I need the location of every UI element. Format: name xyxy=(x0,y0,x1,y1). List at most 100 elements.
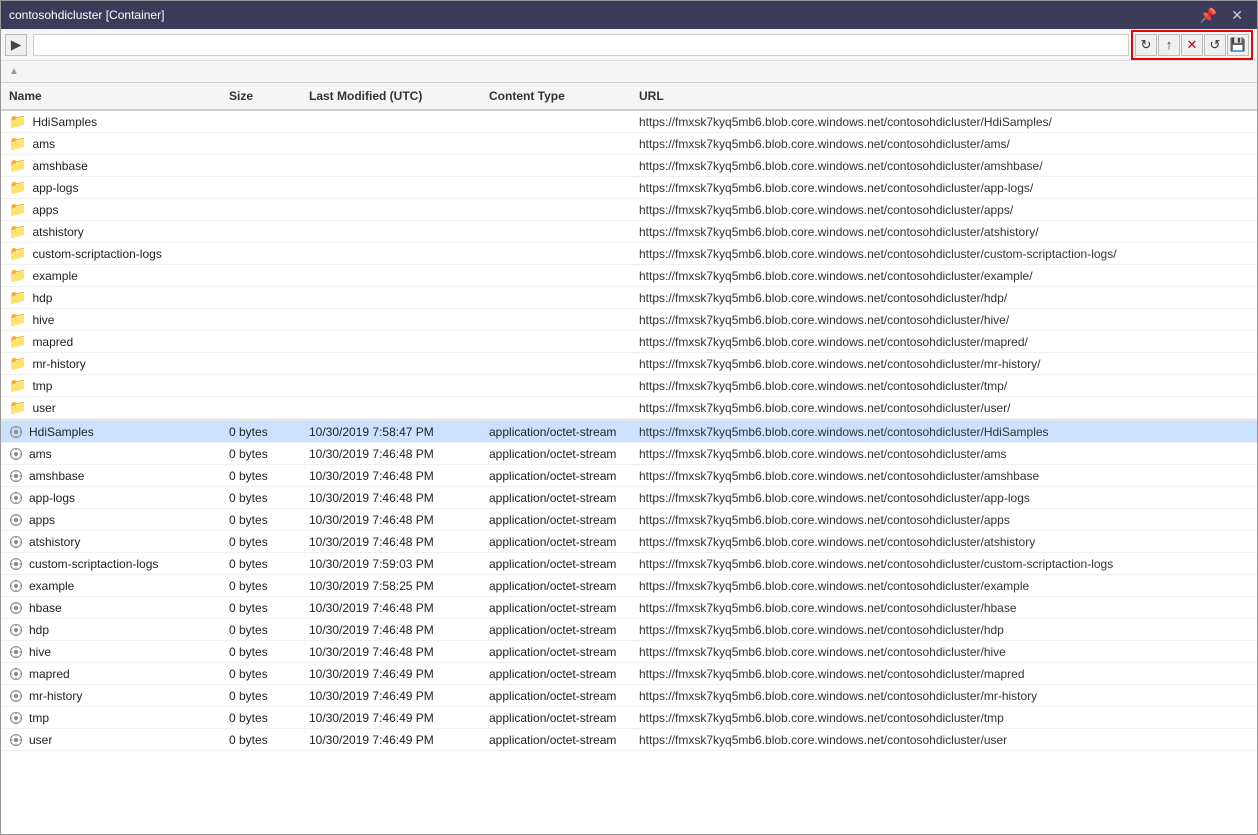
file-row[interactable]: tmp0 bytes10/30/2019 7:46:49 PMapplicati… xyxy=(1,707,1257,729)
close-button[interactable]: ✕ xyxy=(1225,5,1249,26)
file-row[interactable]: user0 bytes10/30/2019 7:46:49 PMapplicat… xyxy=(1,729,1257,751)
file-row[interactable]: mr-history0 bytes10/30/2019 7:46:49 PMap… xyxy=(1,685,1257,707)
folder-url-cell: https://fmxsk7kyq5mb6.blob.core.windows.… xyxy=(635,115,1253,129)
folder-row[interactable]: 📁custom-scriptaction-logshttps://fmxsk7k… xyxy=(1,243,1257,265)
folder-name-cell: 📁atshistory xyxy=(5,223,225,240)
save-button[interactable]: 💾 xyxy=(1227,34,1249,56)
folder-url-cell: https://fmxsk7kyq5mb6.blob.core.windows.… xyxy=(635,291,1253,305)
file-size-cell: 0 bytes xyxy=(225,711,305,725)
file-name-text: mr-history xyxy=(29,689,82,703)
file-modified-cell: 10/30/2019 7:46:48 PM xyxy=(305,645,485,659)
folder-name-cell: 📁apps xyxy=(5,201,225,218)
folder-row[interactable]: 📁userhttps://fmxsk7kyq5mb6.blob.core.win… xyxy=(1,397,1257,419)
folder-row[interactable]: 📁tmphttps://fmxsk7kyq5mb6.blob.core.wind… xyxy=(1,375,1257,397)
file-row[interactable]: hdp0 bytes10/30/2019 7:46:48 PMapplicati… xyxy=(1,619,1257,641)
file-content-type-cell: application/octet-stream xyxy=(485,579,635,593)
file-name-cell: mr-history xyxy=(5,689,225,703)
folder-icon: 📁 xyxy=(9,311,26,328)
folder-row[interactable]: 📁apps https://fmxsk7kyq5mb6.blob.core.win… xyxy=(1,199,1257,221)
file-name-cell: mapred xyxy=(5,667,225,681)
col-last-modified[interactable]: Last Modified (UTC) xyxy=(305,89,485,103)
file-content-type-cell: application/octet-stream xyxy=(485,601,635,615)
file-name-cell: tmp xyxy=(5,711,225,725)
folder-icon: 📁 xyxy=(9,267,26,284)
pin-button[interactable]: 📌 xyxy=(1194,5,1223,26)
file-icon xyxy=(9,689,23,703)
file-row[interactable]: hive0 bytes10/30/2019 7:46:48 PMapplicat… xyxy=(1,641,1257,663)
file-modified-cell: 10/30/2019 7:46:49 PM xyxy=(305,733,485,747)
window-title: contosohdicluster [Container] xyxy=(9,8,1194,22)
reload-button[interactable]: ↺ xyxy=(1204,34,1226,56)
file-row[interactable]: example0 bytes10/30/2019 7:58:25 PMappli… xyxy=(1,575,1257,597)
folder-url-cell: https://fmxsk7kyq5mb6.blob.core.windows.… xyxy=(635,203,1253,217)
col-url[interactable]: URL xyxy=(635,89,1253,103)
folder-icon: 📁 xyxy=(9,113,26,130)
folder-row[interactable]: 📁mapredhttps://fmxsk7kyq5mb6.blob.core.w… xyxy=(1,331,1257,353)
file-modified-cell: 10/30/2019 7:46:48 PM xyxy=(305,447,485,461)
file-size-cell: 0 bytes xyxy=(225,733,305,747)
col-name[interactable]: Name xyxy=(5,89,225,103)
folder-row[interactable]: 📁atshistory https://fmxsk7kyq5mb6.blob.co… xyxy=(1,221,1257,243)
file-content-type-cell: application/octet-stream xyxy=(485,557,635,571)
file-content-type-cell: application/octet-stream xyxy=(485,711,635,725)
refresh-button[interactable]: ↻ xyxy=(1135,34,1157,56)
file-row[interactable]: atshistory0 bytes10/30/2019 7:46:48 PMap… xyxy=(1,531,1257,553)
file-size-cell: 0 bytes xyxy=(225,425,305,439)
folder-row[interactable]: 📁app-logshttps://fmxsk7kyq5mb6.blob.core… xyxy=(1,177,1257,199)
file-row[interactable]: mapred0 bytes10/30/2019 7:46:49 PMapplic… xyxy=(1,663,1257,685)
cancel-button[interactable]: ✕ xyxy=(1181,34,1203,56)
folder-row[interactable]: 📁hivehttps://fmxsk7kyq5mb6.blob.core.win… xyxy=(1,309,1257,331)
file-name-text: custom-scriptaction-logs xyxy=(29,557,158,571)
file-content-type-cell: application/octet-stream xyxy=(485,733,635,747)
file-icon xyxy=(9,733,23,747)
folder-name-text: HdiSamples xyxy=(32,115,97,129)
folder-icon: 📁 xyxy=(9,135,26,152)
file-name-text: hdp xyxy=(29,623,49,637)
file-name-cell: hbase xyxy=(5,601,225,615)
folder-name-cell: 📁hive xyxy=(5,311,225,328)
file-modified-cell: 10/30/2019 7:58:25 PM xyxy=(305,579,485,593)
file-icon xyxy=(9,469,23,483)
folder-url-cell: https://fmxsk7kyq5mb6.blob.core.windows.… xyxy=(635,225,1253,239)
folder-name-cell: 📁example xyxy=(5,267,225,284)
file-row[interactable]: hbase0 bytes10/30/2019 7:46:48 PMapplica… xyxy=(1,597,1257,619)
file-row[interactable]: HdiSamples0 bytes10/30/2019 7:58:47 PMap… xyxy=(1,421,1257,443)
file-name-text: tmp xyxy=(29,711,49,725)
folder-row[interactable]: 📁amshbasehttps://fmxsk7kyq5mb6.blob.core… xyxy=(1,155,1257,177)
file-row[interactable]: app-logs0 bytes10/30/2019 7:46:48 PMappl… xyxy=(1,487,1257,509)
folder-name-text: amshbase xyxy=(32,159,87,173)
path-input[interactable] xyxy=(33,34,1129,56)
file-content-type-cell: application/octet-stream xyxy=(485,469,635,483)
file-row[interactable]: ams0 bytes10/30/2019 7:46:48 PMapplicati… xyxy=(1,443,1257,465)
file-size-cell: 0 bytes xyxy=(225,623,305,637)
file-icon xyxy=(9,535,23,549)
file-icon xyxy=(9,557,23,571)
folder-row[interactable]: 📁mr-historyhttps://fmxsk7kyq5mb6.blob.co… xyxy=(1,353,1257,375)
folder-icon: 📁 xyxy=(9,289,26,306)
toolbar: ▶ ↻ ↑ ✕ ↺ 💾 xyxy=(1,29,1257,61)
file-name-text: hive xyxy=(29,645,51,659)
folder-icon: 📁 xyxy=(9,201,26,218)
run-button[interactable]: ▶ xyxy=(5,34,27,56)
folder-row[interactable]: 📁examplehttps://fmxsk7kyq5mb6.blob.core.… xyxy=(1,265,1257,287)
file-name-text: atshistory xyxy=(29,535,80,549)
file-url-cell: https://fmxsk7kyq5mb6.blob.core.windows.… xyxy=(635,623,1253,637)
file-row[interactable]: apps0 bytes10/30/2019 7:46:48 PMapplicat… xyxy=(1,509,1257,531)
file-row[interactable]: custom-scriptaction-logs0 bytes10/30/201… xyxy=(1,553,1257,575)
folder-row[interactable]: 📁 HdiSamples https://fmxsk7kyq5mb6.blob.co… xyxy=(1,111,1257,133)
folder-name-cell: 📁custom-scriptaction-logs xyxy=(5,245,225,262)
col-size[interactable]: Size xyxy=(225,89,305,103)
col-content-type[interactable]: Content Type xyxy=(485,89,635,103)
folder-name-text: ams xyxy=(32,137,55,151)
file-name-cell: apps xyxy=(5,513,225,527)
file-name-text: ams xyxy=(29,447,52,461)
folder-row[interactable]: 📁hdphttps://fmxsk7kyq5mb6.blob.core.wind… xyxy=(1,287,1257,309)
file-name-cell: atshistory xyxy=(5,535,225,549)
folder-row[interactable]: 📁amshttps://fmxsk7kyq5mb6.blob.core.wind… xyxy=(1,133,1257,155)
folder-name-text: custom-scriptaction-logs xyxy=(32,247,161,261)
upload-button[interactable]: ↑ xyxy=(1158,34,1180,56)
title-bar: contosohdicluster [Container] 📌 ✕ xyxy=(1,1,1257,29)
file-row[interactable]: amshbase0 bytes10/30/2019 7:46:48 PMappl… xyxy=(1,465,1257,487)
file-modified-cell: 10/30/2019 7:46:48 PM xyxy=(305,623,485,637)
file-name-cell: hive xyxy=(5,645,225,659)
